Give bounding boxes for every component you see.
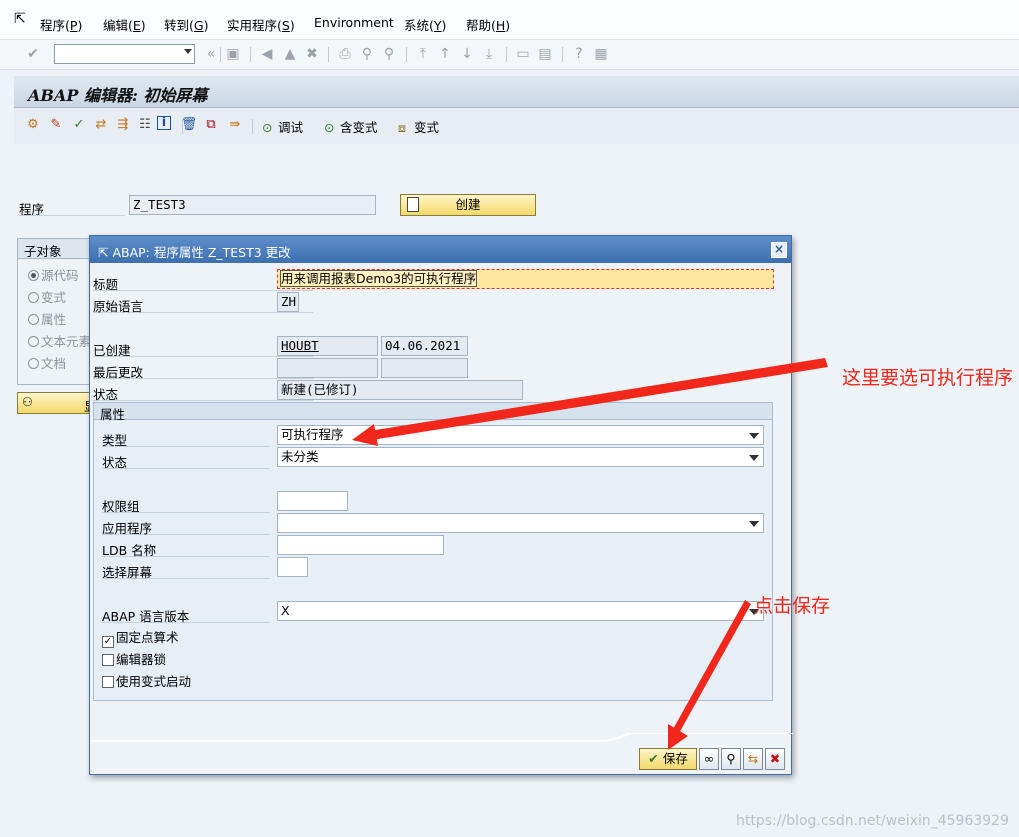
arrow-to-save — [672, 600, 751, 735]
watermark: https://blog.csdn.net/weixin_45963929 — [735, 813, 1009, 829]
annotation-save-note: 点击保存 — [754, 595, 831, 617]
annotation-arrows — [352, 358, 828, 750]
arrow-to-type — [369, 358, 828, 440]
annotation-type-note: 这里要选可执行程序 — [842, 367, 1014, 389]
arrow-head-type — [352, 424, 378, 446]
